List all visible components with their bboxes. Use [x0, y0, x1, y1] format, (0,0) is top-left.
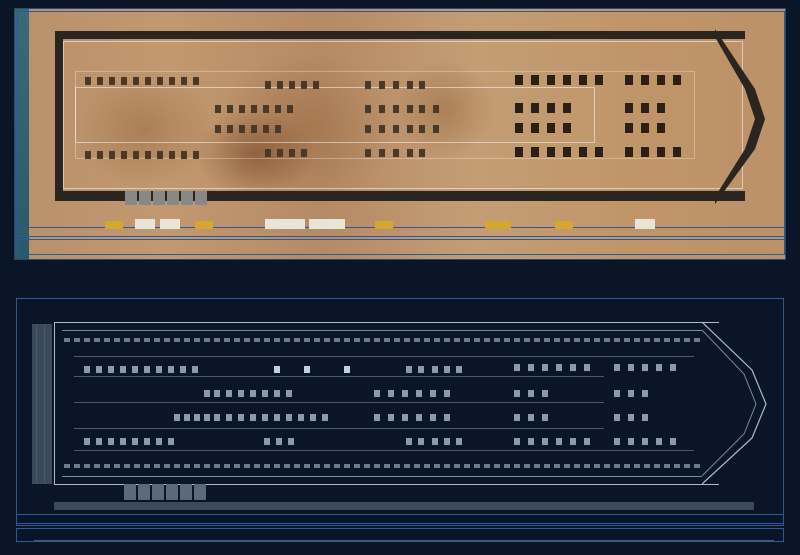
frame-long — [74, 376, 604, 377]
aerial-orthophoto — [14, 8, 786, 260]
panel-schematic — [0, 288, 800, 555]
container — [635, 219, 655, 229]
stern-wall — [32, 324, 52, 484]
hull-line-left — [54, 322, 55, 484]
grey-block — [125, 191, 137, 205]
hull-line-top — [54, 322, 719, 323]
grey-block — [194, 484, 206, 500]
dimension-line — [34, 540, 774, 541]
grey-block — [153, 191, 165, 205]
hull-inner-top — [62, 330, 702, 331]
hull-inner-bot — [62, 476, 702, 477]
grey-block — [152, 484, 164, 500]
vehicle — [555, 221, 573, 229]
guide-bottom-rail2 — [17, 239, 785, 255]
grey-block — [166, 484, 178, 500]
grey-block — [138, 484, 150, 500]
guide-bottom-rail — [16, 514, 784, 526]
grey-block — [181, 191, 193, 205]
grey-block — [124, 484, 136, 500]
stern-wall-line — [44, 324, 45, 484]
water-channel — [15, 9, 29, 259]
container — [160, 219, 180, 229]
vehicle — [195, 221, 213, 229]
frame-long — [74, 356, 694, 357]
frame-long — [74, 402, 604, 403]
apron-band — [54, 502, 754, 510]
material-pile — [265, 219, 305, 229]
bow-schematic — [702, 320, 780, 488]
vehicle — [375, 221, 393, 229]
hull-band-top — [55, 31, 745, 39]
grey-block — [167, 191, 179, 205]
vehicle — [105, 221, 123, 229]
frame-long — [74, 450, 694, 451]
panel-aerial — [0, 0, 800, 267]
stern-wall-line — [36, 324, 37, 484]
grey-block — [195, 191, 207, 205]
guide-bottom-rail — [17, 227, 785, 237]
material-pile — [309, 219, 345, 229]
grey-block — [180, 484, 192, 500]
vehicle — [485, 221, 511, 229]
hull-band-left — [55, 31, 63, 199]
grey-block — [139, 191, 151, 205]
cad-schematic — [14, 296, 786, 548]
frame-long — [74, 428, 604, 429]
container — [135, 219, 155, 229]
bow-taper — [715, 29, 785, 204]
